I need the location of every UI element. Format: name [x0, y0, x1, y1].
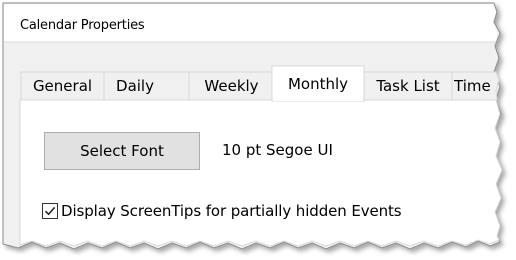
tab-time[interactable]: Time: [454, 72, 498, 100]
screentips-checkbox[interactable]: [42, 203, 58, 219]
font-value-label: 10 pt Segoe UI: [222, 141, 333, 159]
tab-task-list[interactable]: Task List: [364, 72, 452, 100]
checkmark-icon: [44, 206, 56, 216]
tab-page-panel: [19, 99, 503, 247]
tab-weekly[interactable]: Weekly: [189, 72, 274, 100]
window-title: Calendar Properties: [20, 18, 145, 33]
tab-general[interactable]: General: [21, 72, 104, 100]
screentips-label: Display ScreenTips for partially hidden …: [61, 202, 402, 220]
torn-edge-frame: [2, 2, 503, 250]
tab-daily[interactable]: Daily: [104, 72, 166, 100]
select-font-button[interactable]: Select Font: [44, 132, 200, 170]
screentips-option[interactable]: Display ScreenTips for partially hidden …: [42, 202, 402, 220]
tab-monthly[interactable]: Monthly: [272, 66, 364, 100]
